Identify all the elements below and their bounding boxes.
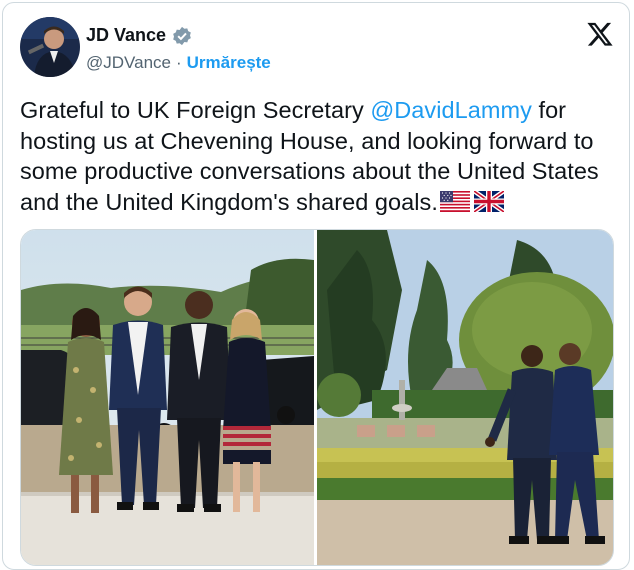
follow-button[interactable]: Urmărește	[187, 53, 271, 73]
author-handle[interactable]: @JDVance	[86, 53, 171, 73]
tweet-text: Grateful to UK Foreign Secretary @DavidL…	[20, 95, 610, 217]
flag-emojis	[439, 190, 504, 212]
photo-group-portrait[interactable]	[21, 230, 314, 565]
author-name-row: JD Vance	[86, 25, 192, 46]
uk-flag-emoji	[473, 190, 504, 212]
avatar[interactable]	[20, 17, 80, 77]
x-logo-icon[interactable]	[586, 20, 614, 48]
tweet-text-part1: Grateful to UK Foreign Secretary	[20, 97, 371, 123]
mention-link[interactable]: @DavidLammy	[370, 97, 532, 123]
separator-dot: ·	[175, 53, 182, 72]
media-grid	[20, 229, 614, 566]
photo-garden-walk[interactable]	[317, 230, 613, 565]
verified-badge-icon	[173, 26, 191, 45]
author-name[interactable]: JD Vance	[86, 25, 166, 46]
author-handle-row: @JDVance · Urmărește	[86, 53, 271, 73]
us-flag-emoji	[439, 190, 470, 212]
